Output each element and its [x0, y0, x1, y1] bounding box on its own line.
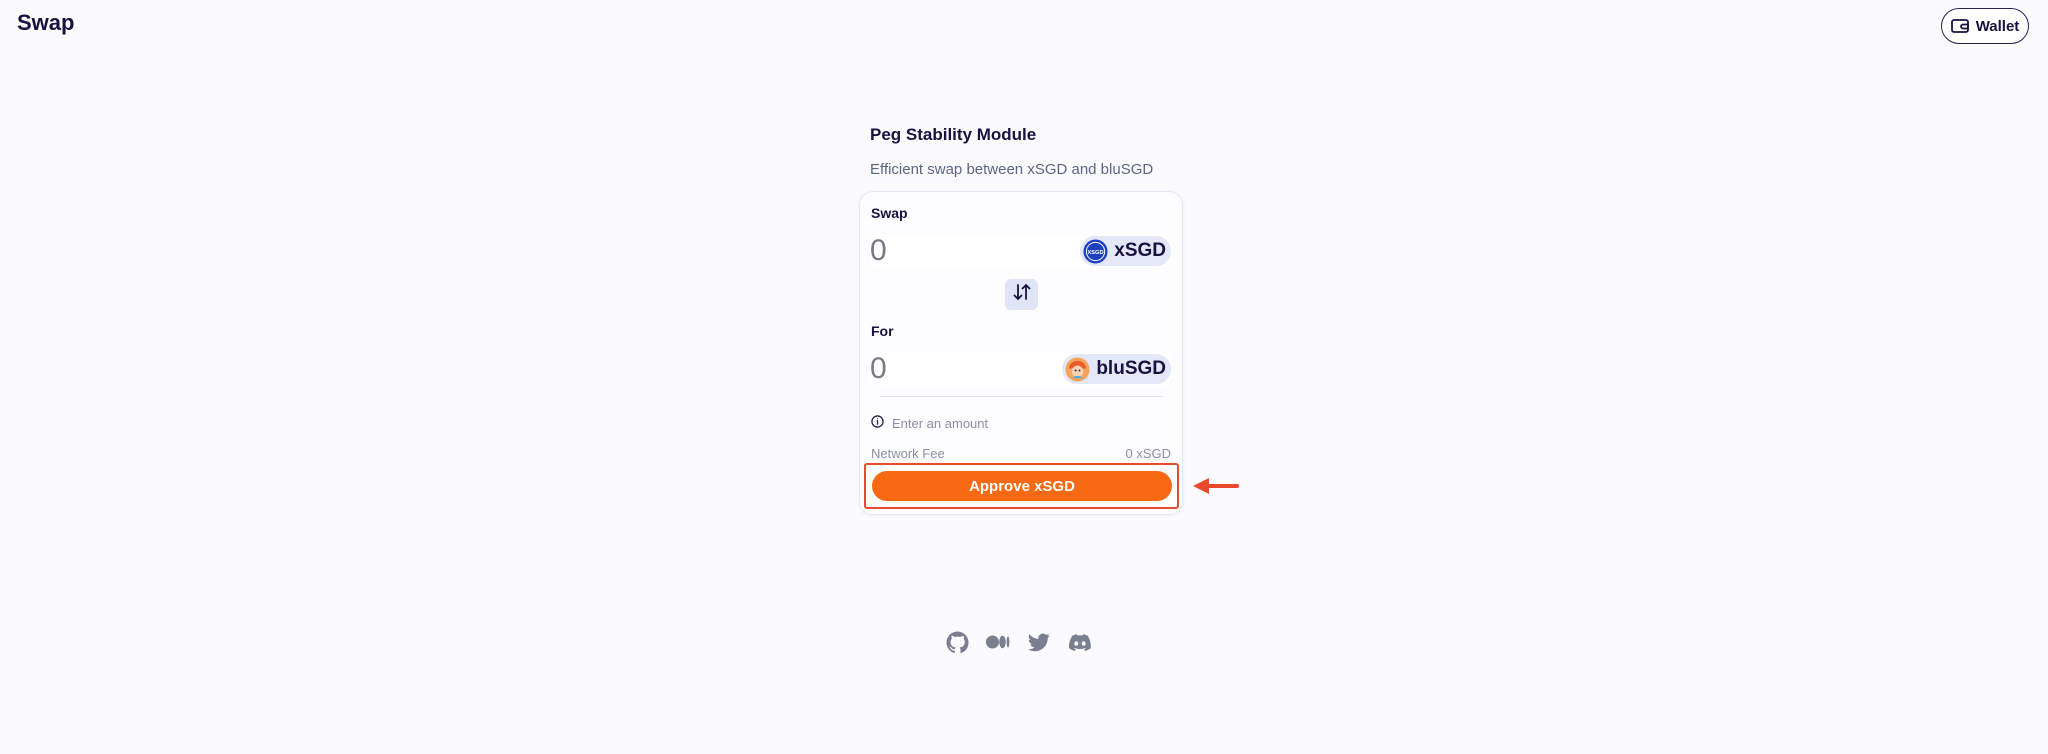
from-token-selector[interactable]: XSGD xSGD — [1080, 236, 1171, 266]
blusgd-token-icon — [1065, 356, 1090, 382]
swap-arrows-icon — [1012, 282, 1032, 307]
module-title: Peg Stability Module — [870, 125, 1037, 144]
switch-direction-button[interactable] — [1005, 279, 1038, 310]
xsgd-token-icon-text: XSGD — [1088, 249, 1104, 255]
from-token-name: xSGD — [1114, 240, 1166, 261]
medium-icon[interactable] — [986, 630, 1010, 654]
wallet-icon — [1950, 18, 1969, 34]
network-fee-value: 0 xSGD — [1125, 446, 1171, 461]
wallet-button[interactable]: Wallet — [1941, 8, 2029, 44]
to-token-name: bluSGD — [1096, 358, 1166, 379]
swap-to-label: For — [871, 323, 894, 339]
info-icon — [871, 415, 884, 431]
swap-to-amount-input[interactable] — [870, 352, 1070, 386]
social-links — [945, 630, 1092, 654]
network-fee-label: Network Fee — [871, 446, 945, 461]
twitter-icon[interactable] — [1027, 630, 1051, 654]
info-message: Enter an amount — [871, 415, 988, 431]
swap-to-row: bluSGD — [870, 352, 1171, 386]
swap-card: Swap XSGD xSGD For — [859, 191, 1183, 515]
annotation-arrow-icon — [1191, 474, 1239, 503]
info-message-text: Enter an amount — [892, 415, 989, 431]
approve-highlight-box: Approve xSGD — [864, 463, 1179, 509]
github-icon[interactable] — [945, 630, 969, 654]
to-token-selector[interactable]: bluSGD — [1062, 354, 1171, 384]
wallet-label: Wallet — [1975, 17, 2020, 35]
network-fee-row: Network Fee 0 xSGD — [871, 446, 1171, 461]
app-title: Swap — [17, 10, 75, 35]
swap-from-label: Swap — [871, 205, 908, 221]
discord-icon[interactable] — [1068, 630, 1092, 654]
swap-from-row: XSGD xSGD — [870, 234, 1171, 268]
swap-from-amount-input[interactable] — [870, 234, 1070, 268]
xsgd-token-icon: XSGD — [1083, 238, 1108, 264]
module-subtitle: Efficient swap between xSGD and bluSGD — [870, 161, 1154, 178]
approve-button[interactable]: Approve xSGD — [872, 471, 1172, 501]
divider — [880, 396, 1163, 397]
